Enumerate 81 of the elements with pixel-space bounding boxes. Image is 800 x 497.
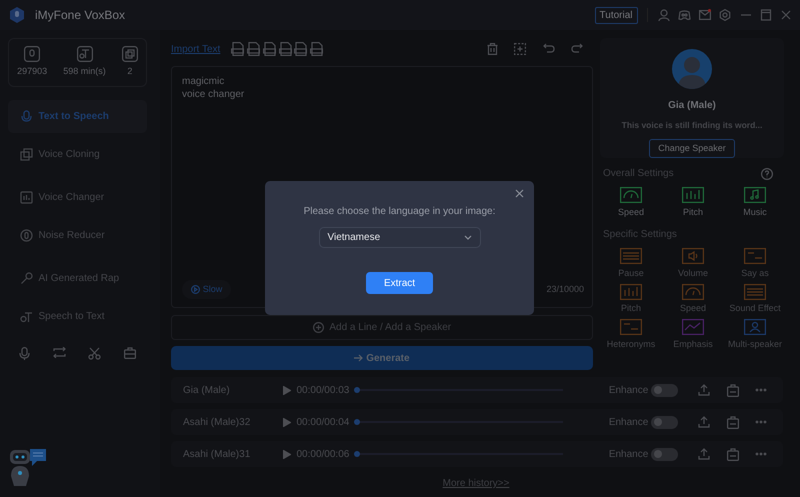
generate-button[interactable]: Generate: [171, 346, 593, 370]
enhance-label: Enhance: [608, 416, 648, 430]
change-speaker-button[interactable]: Change Speaker: [649, 138, 735, 158]
copies-icon: [20, 148, 33, 161]
redo-icon[interactable]: [571, 43, 583, 53]
trash-icon[interactable]: [486, 43, 498, 55]
text-line: magicmic: [182, 75, 226, 88]
repeat-icon[interactable]: [52, 347, 66, 358]
add-block-icon[interactable]: [514, 43, 526, 55]
briefcase-icon[interactable]: [124, 347, 136, 359]
settings-icon[interactable]: [719, 9, 732, 21]
copies-icon: [122, 46, 138, 62]
play-icon[interactable]: [283, 386, 291, 394]
chevron-down-icon: [464, 235, 472, 240]
microphone-icon[interactable]: [19, 347, 30, 360]
text-tool-icon: [20, 310, 33, 323]
setting-tile[interactable]: Music: [724, 187, 786, 220]
file-type-icon[interactable]: [310, 42, 324, 56]
slow-button[interactable]: Slow: [182, 280, 232, 299]
account-icon[interactable]: [658, 9, 670, 21]
arrow-right-icon: [354, 354, 364, 362]
app-logo-icon: [10, 7, 24, 23]
play-icon: [191, 285, 200, 294]
close-icon[interactable]: [515, 189, 524, 198]
play-icon[interactable]: [283, 450, 291, 458]
enhance-toggle[interactable]: [651, 384, 678, 396]
file-type-icon[interactable]: [278, 42, 292, 56]
setting-tile[interactable]: Pitch: [662, 187, 724, 220]
file-type-icon[interactable]: [262, 42, 276, 56]
microphone-icon: [24, 46, 40, 62]
progress-thumb[interactable]: [354, 387, 360, 393]
enhance-label: Enhance: [608, 384, 648, 398]
playback-time: 00:00/00:04: [296, 416, 350, 430]
tutorial-button[interactable]: Tutorial: [594, 6, 638, 24]
more-options-icon[interactable]: [755, 452, 768, 456]
text-line: voice changer: [182, 88, 246, 101]
speaker-name: Asahi (Male)31: [183, 448, 252, 462]
enhance-toggle[interactable]: [651, 448, 678, 460]
speaker-avatar: [672, 49, 712, 89]
speaker-name: Gia (Male): [183, 384, 231, 398]
add-icon: [312, 322, 324, 333]
character-count: 23/10000: [546, 283, 584, 296]
scissors-icon[interactable]: [88, 347, 102, 360]
playback-time: 00:00/00:06: [296, 448, 350, 462]
more-options-icon[interactable]: [755, 420, 768, 424]
file-type-icon[interactable]: [247, 42, 260, 56]
envelope-icon: [699, 10, 711, 20]
file-type-icon[interactable]: [294, 42, 308, 56]
microphone-icon: [20, 229, 33, 242]
maximize-icon[interactable]: [760, 9, 772, 21]
play-icon[interactable]: [283, 418, 291, 426]
game-controller-icon[interactable]: [678, 9, 691, 21]
sidebar-item[interactable]: Text to Speech: [8, 100, 147, 133]
more-options-icon[interactable]: [755, 388, 768, 392]
setting-tile[interactable]: Speed: [600, 187, 662, 220]
upload-icon[interactable]: [698, 448, 710, 460]
stat-value: 297903: [17, 65, 48, 78]
dialog-prompt: Please choose the language in your image:: [304, 205, 496, 219]
stat-value: 598 min(s): [63, 65, 106, 78]
microphone-icon: [20, 110, 33, 123]
stat-value: 2: [127, 65, 132, 78]
enhance-label: Enhance: [608, 448, 648, 462]
progress-thumb[interactable]: [354, 419, 360, 425]
upload-icon[interactable]: [698, 416, 710, 428]
speaker-name: Asahi (Male)32: [183, 416, 252, 430]
undo-icon[interactable]: [542, 43, 554, 53]
speaker-name: Gia (Male): [668, 98, 716, 113]
extract-button[interactable]: Extract: [366, 272, 433, 294]
upload-icon[interactable]: [698, 384, 710, 396]
equalizer-icon: [20, 191, 33, 204]
text-tool-icon: [76, 46, 92, 62]
enhance-toggle[interactable]: [651, 416, 678, 428]
import-text-link[interactable]: Import Text: [171, 42, 220, 56]
window-title: iMyFone VoxBox: [35, 7, 126, 24]
language-dropdown[interactable]: Vietnamese: [318, 227, 480, 248]
playback-time: 00:00/00:03: [296, 384, 350, 398]
help-icon[interactable]: [761, 168, 773, 180]
file-type-icon[interactable]: [231, 42, 244, 56]
mail-icon[interactable]: [699, 10, 711, 20]
close-icon[interactable]: [780, 9, 792, 21]
progress-thumb[interactable]: [354, 451, 360, 457]
